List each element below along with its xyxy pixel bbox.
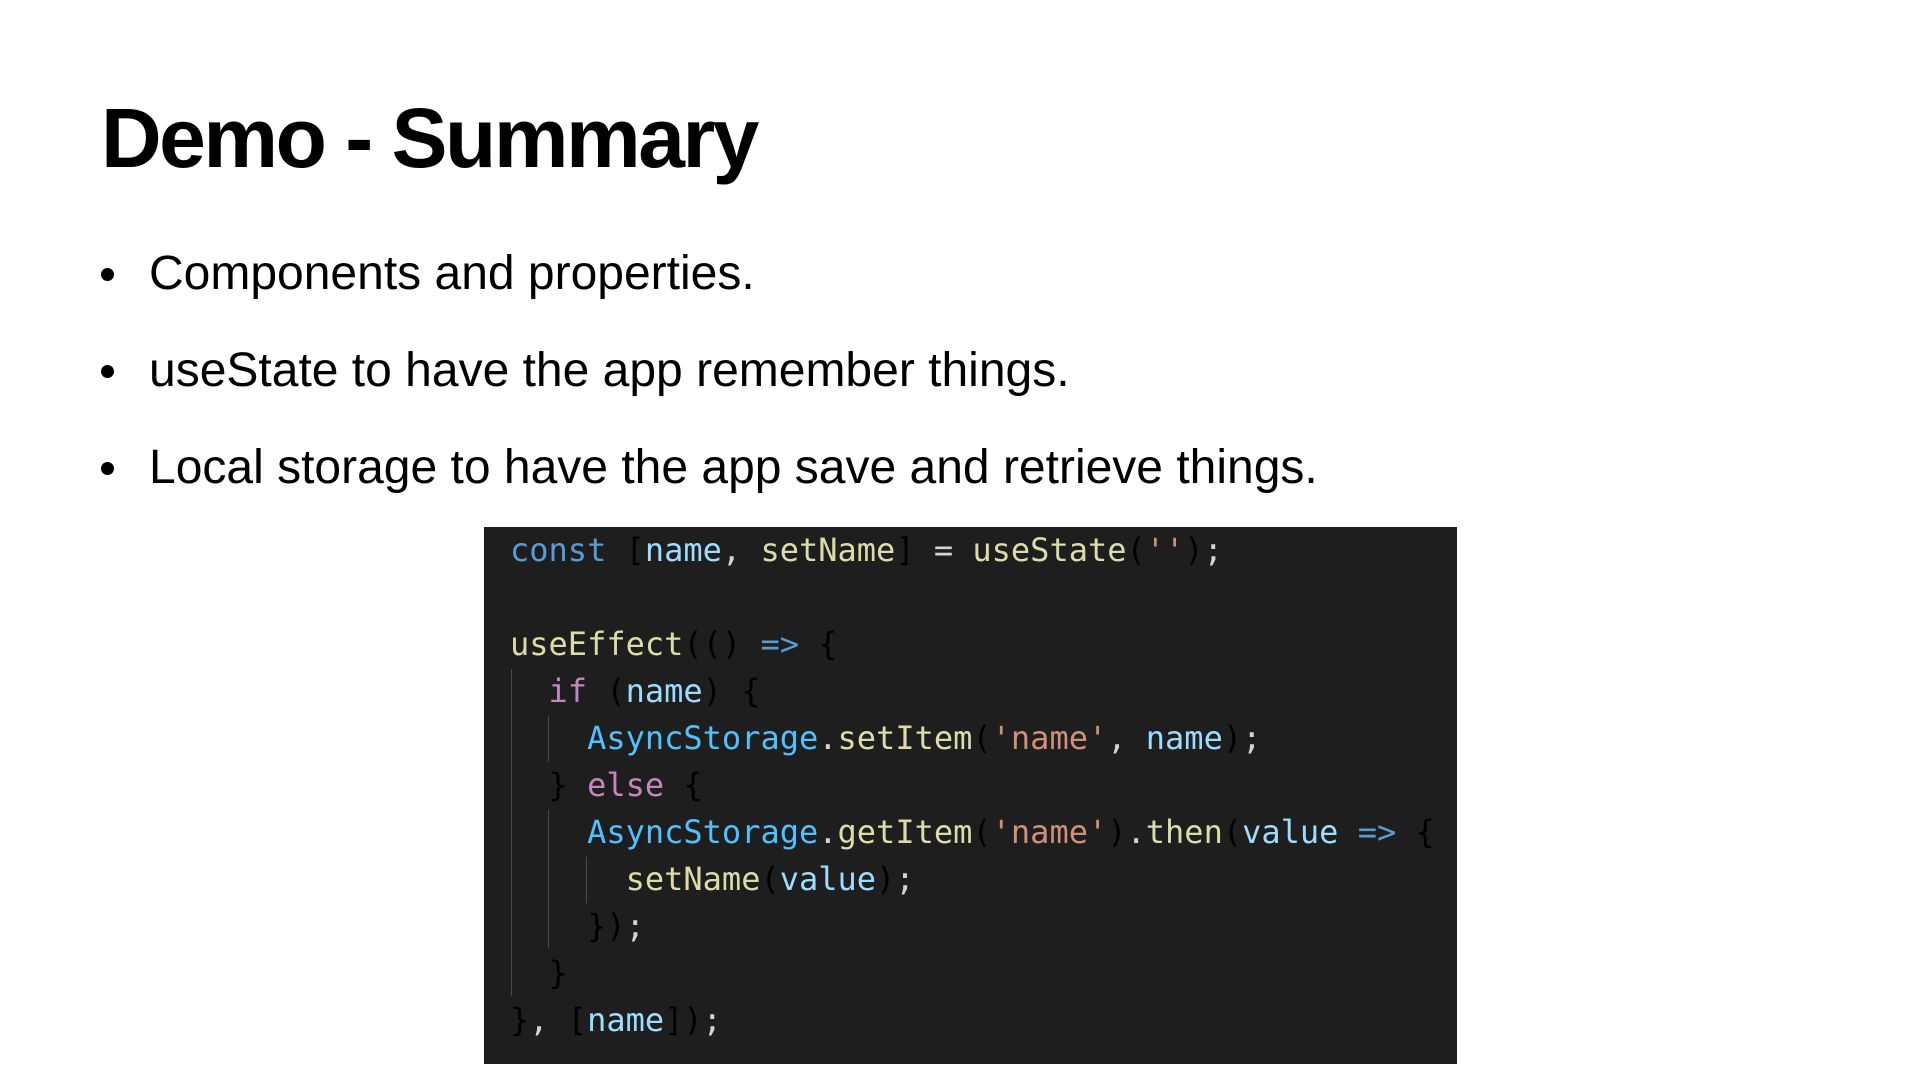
slide: Demo - Summary Components and properties… — [0, 0, 1920, 1080]
code-line: AsyncStorage.getItem('name').then(value … — [587, 813, 1435, 851]
code-line: } — [548, 954, 568, 992]
bullet-text: Components and properties. — [149, 247, 755, 300]
code-line: const [name, setName] = useState(''); — [510, 531, 1223, 569]
bullet-text: useState to have the app remember things… — [149, 344, 1070, 397]
bullet-dot — [101, 365, 114, 378]
code-line: } else { — [548, 766, 703, 804]
bullet-item: Components and properties. — [101, 244, 1318, 341]
code-line: }, [name]); — [510, 1001, 722, 1039]
bullet-list: Components and properties. useState to h… — [101, 244, 1318, 535]
code-line: AsyncStorage.setItem('name', name); — [587, 719, 1262, 757]
bullet-dot — [101, 268, 114, 281]
code-snippet: const [name, setName] = useState(''); use… — [484, 527, 1457, 1064]
bullet-item: Local storage to have the app save and r… — [101, 438, 1318, 535]
code-line: setName(value); — [625, 860, 915, 898]
code-line: }); — [587, 907, 645, 945]
bullet-item: useState to have the app remember things… — [101, 341, 1318, 438]
bullet-text: Local storage to have the app save and r… — [149, 441, 1318, 494]
code-line: useEffect(() => { — [510, 625, 838, 663]
code-line: if (name) { — [548, 672, 761, 710]
bullet-dot — [101, 462, 114, 475]
slide-title: Demo - Summary — [101, 91, 759, 185]
